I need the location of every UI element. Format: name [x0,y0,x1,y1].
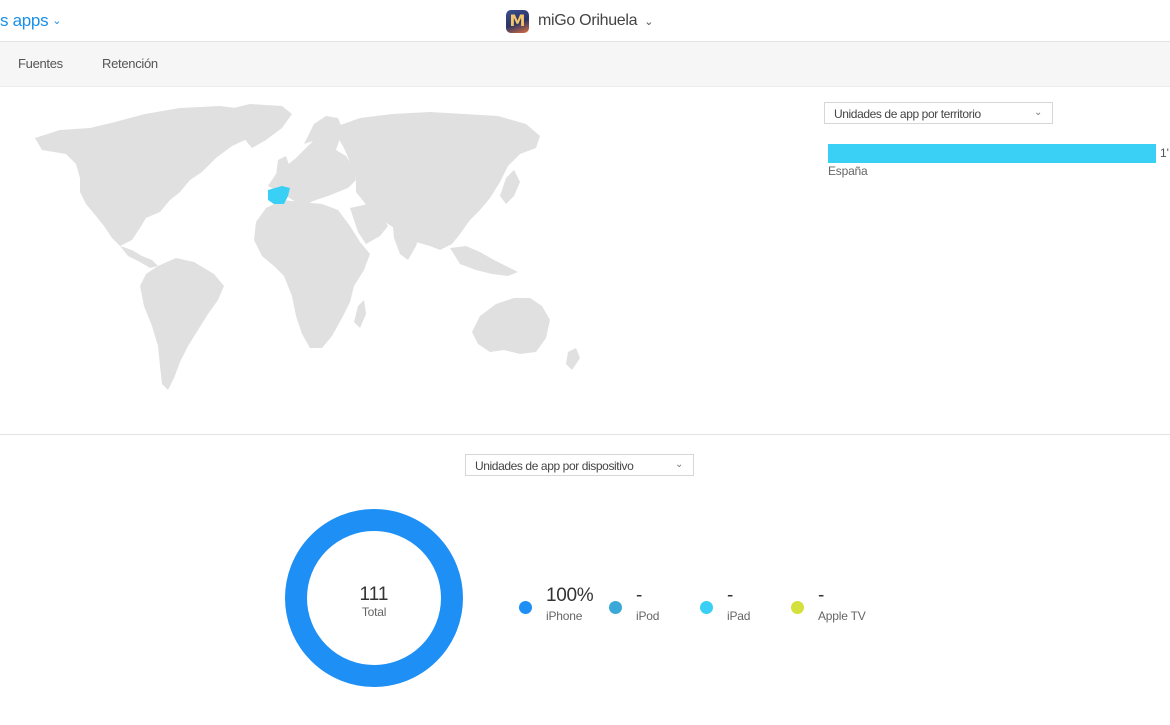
legend-dot-ipad [700,601,713,614]
map-south-america [140,258,224,390]
tab-fuentes[interactable]: Fuentes [18,56,63,71]
map-north-america [35,106,265,246]
territory-metric-dropdown[interactable]: Unidades de app por territorio ⌄ [824,102,1053,124]
map-africa [254,200,370,348]
donut-total-label: Total [361,605,387,619]
territory-bar-value: 1' [1160,146,1169,160]
map-madagascar [354,300,366,328]
legend-value-ipad: - [727,585,734,606]
device-metric-dropdown[interactable]: Unidades de app por dispositivo ⌄ [465,454,694,476]
territory-bar-espana[interactable] [828,144,1156,163]
legend-value-iphone: 100% [546,585,594,606]
my-apps-label: s apps [0,11,49,30]
legend-name-iphone: iPhone [546,609,583,623]
territory-bar-label: España [828,164,868,178]
my-apps-link[interactable]: s apps ⌄ [0,11,62,31]
legend-name-ipod: iPod [636,609,660,623]
chevron-down-icon: ⌄ [1034,107,1042,118]
legend-dot-apple-tv [791,601,804,614]
legend-value-apple-tv: - [818,585,825,606]
app-switcher[interactable]: M miGo Orihuela ⌄ [506,9,653,33]
world-map [20,100,590,400]
top-bar: s apps ⌄ M miGo Orihuela ⌄ [0,0,1170,42]
tab-retencion[interactable]: Retención [102,56,158,71]
chevron-down-icon: ⌄ [52,15,62,27]
legend-value-ipod: - [636,585,643,606]
app-name: miGo Orihuela [538,12,638,29]
legend-name-ipad: iPad [727,609,751,623]
chevron-down-icon: ⌄ [675,459,683,470]
territory-dropdown-label: Unidades de app por territorio [834,107,981,121]
donut-center: 111 Total [285,584,463,620]
app-icon-letter: M [509,10,526,30]
app-icon: M [506,9,529,33]
map-australia [472,298,550,354]
map-southeast-asia [450,246,518,276]
sub-navigation: Fuentes Retención [0,42,1170,87]
legend-dot-ipod [609,601,622,614]
map-new-zealand [566,348,580,370]
device-dropdown-label: Unidades de app por dispositivo [475,459,634,473]
section-divider [0,434,1170,435]
map-central-america [120,246,158,268]
chevron-down-icon: ⌄ [644,15,654,28]
legend-name-apple-tv: Apple TV [818,609,866,623]
donut-total-value: 111 [359,584,389,605]
legend-dot-iphone [519,601,532,614]
